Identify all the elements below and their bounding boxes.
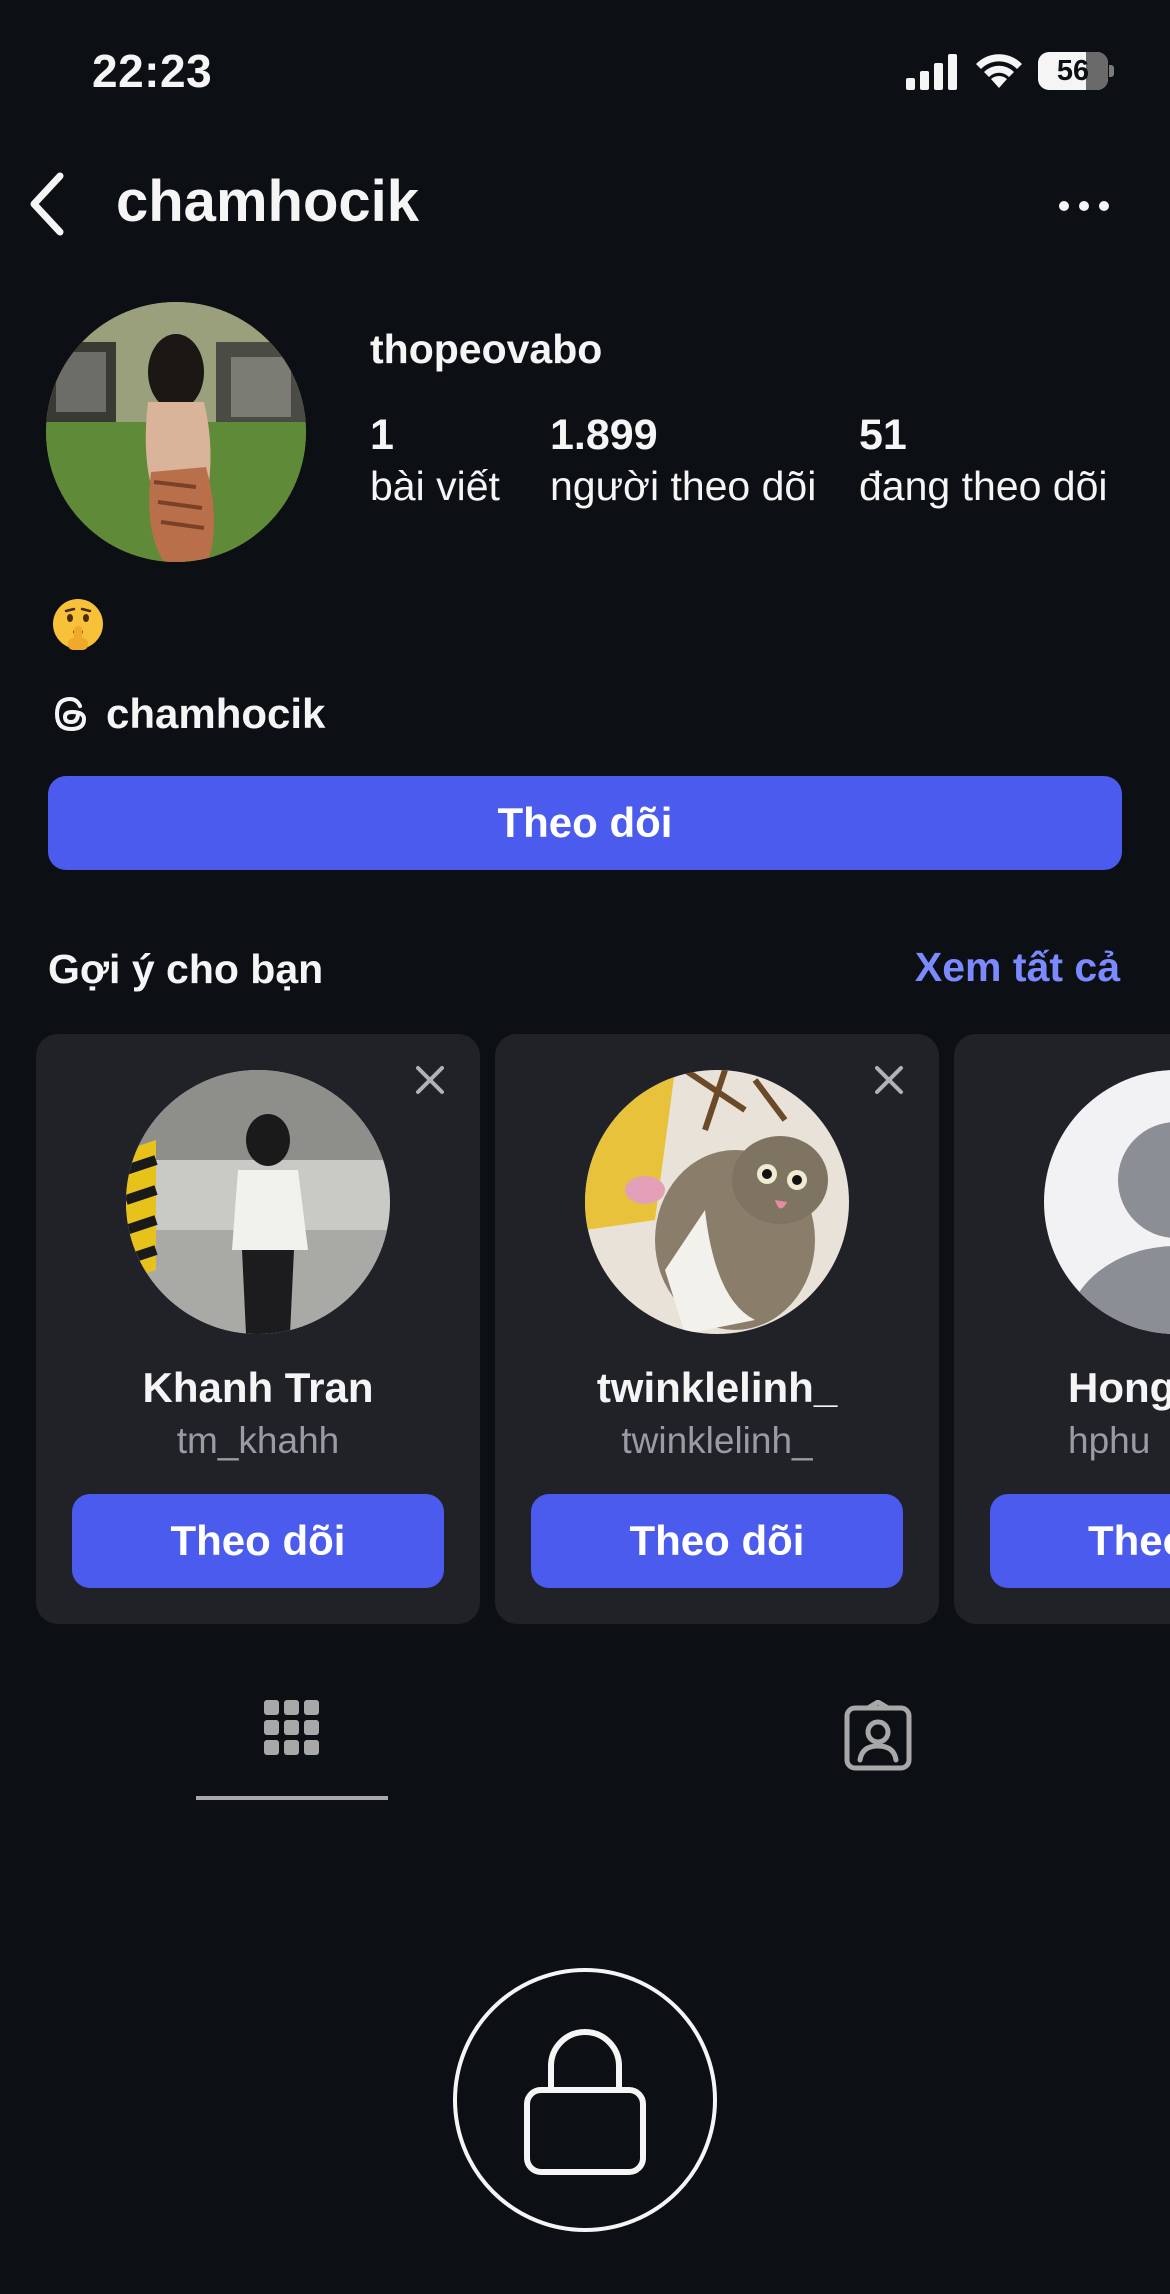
- suggestion-handle: twinklelinh_: [621, 1420, 813, 1461]
- profile-avatar[interactable]: [46, 302, 306, 562]
- profile-name: thopeovabo: [370, 326, 603, 372]
- threads-handle: chamhocik: [106, 690, 326, 737]
- following-stat[interactable]: 51 đang theo dõi: [859, 410, 1108, 512]
- suggestion-follow-button[interactable]: Theo dõi: [531, 1494, 903, 1588]
- following-count: 51: [859, 411, 907, 459]
- suggestion-card[interactable]: Khanh Tran tm_khahh Theo dõi: [36, 1034, 480, 1624]
- followers-stat[interactable]: 1.899 người theo dõi: [550, 410, 816, 512]
- suggestion-name: Hong: [1068, 1364, 1170, 1411]
- suggestions-title: Gợi ý cho bạn: [48, 946, 324, 992]
- posts-label: bài viết: [370, 463, 500, 509]
- active-tab-indicator: [196, 1796, 388, 1800]
- see-all-link[interactable]: Xem tất cả: [915, 944, 1120, 991]
- tagged-icon[interactable]: [842, 1700, 914, 1772]
- status-time: 22:23: [92, 45, 213, 97]
- followers-label: người theo dõi: [550, 463, 817, 509]
- private-account-lock: [453, 1968, 717, 2232]
- signal-icon: [906, 54, 957, 90]
- battery-level: 56: [1056, 55, 1090, 87]
- tab-posts[interactable]: [196, 1680, 388, 1800]
- posts-count: 1: [370, 411, 394, 459]
- shushing-face-emoji: [53, 599, 103, 650]
- suggestion-name: Khanh Tran: [142, 1364, 374, 1411]
- lock-icon: [524, 2029, 646, 2175]
- suggestion-follow-button[interactable]: Theo: [990, 1494, 1170, 1588]
- battery-icon: 56: [1038, 52, 1114, 90]
- suggestion-follow-button[interactable]: Theo dõi: [72, 1494, 444, 1588]
- suggestion-avatar[interactable]: [585, 1070, 849, 1334]
- threads-link[interactable]: chamhocik: [50, 686, 325, 742]
- suggestion-handle: hphu: [1068, 1420, 1151, 1461]
- suggestion-name: twinklelinh_: [596, 1364, 838, 1411]
- threads-icon: [54, 696, 87, 732]
- following-label: đang theo dõi: [859, 463, 1108, 509]
- page-title: chamhocik: [116, 169, 419, 234]
- suggestion-card[interactable]: Hong hphu Theo: [954, 1034, 1170, 1624]
- follow-button[interactable]: Theo dõi: [48, 776, 1122, 870]
- grid-icon: [264, 1700, 319, 1755]
- suggestion-avatar[interactable]: [126, 1070, 390, 1334]
- status-bar: 22:23 56: [0, 0, 1170, 140]
- suggestion-handle: tm_khahh: [176, 1420, 340, 1461]
- default-avatar-icon[interactable]: [1044, 1070, 1170, 1334]
- suggestion-card[interactable]: twinklelinh_ twinklelinh_ Theo dõi: [495, 1034, 939, 1624]
- more-options-icon[interactable]: [1054, 188, 1114, 224]
- back-chevron-icon[interactable]: [20, 166, 76, 242]
- close-icon[interactable]: [871, 1062, 907, 1098]
- posts-stat: 1 bài viết: [370, 410, 500, 512]
- wifi-icon: [976, 54, 1022, 88]
- close-icon[interactable]: [412, 1062, 448, 1098]
- followers-count: 1.899: [550, 411, 658, 459]
